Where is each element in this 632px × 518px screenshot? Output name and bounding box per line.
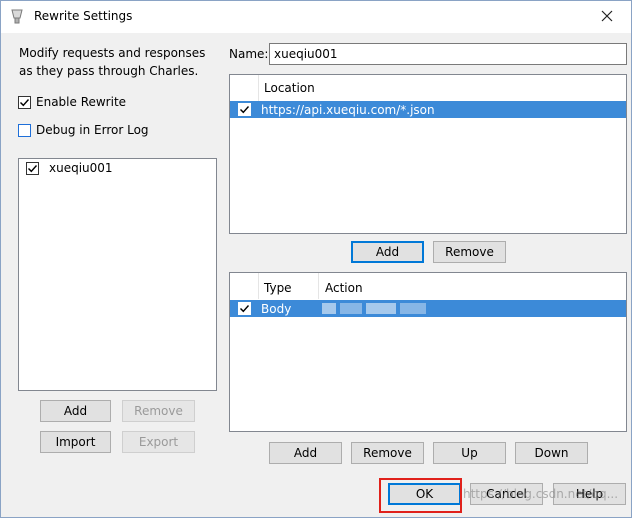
table-row[interactable]: https://api.xueqiu.com/*.json: [230, 101, 626, 118]
obscured-action: [400, 303, 426, 314]
up-button[interactable]: Up: [433, 442, 506, 464]
add-set-button[interactable]: Add: [40, 400, 111, 422]
debug-error-log-checkbox[interactable]: Debug in Error Log: [18, 123, 149, 137]
checkbox-unchecked-icon[interactable]: [18, 123, 31, 137]
obscured-action: [366, 303, 396, 314]
checkbox-checked-icon[interactable]: [18, 95, 31, 109]
table-row[interactable]: Body: [230, 300, 626, 317]
charles-app-icon: [11, 9, 23, 24]
add-location-button[interactable]: Add: [351, 241, 424, 263]
remove-location-button[interactable]: Remove: [433, 241, 506, 263]
location-value: https://api.xueqiu.com/*.json: [261, 102, 435, 117]
action-column-header[interactable]: Action: [325, 281, 363, 295]
remove-set-button[interactable]: Remove: [122, 400, 195, 422]
location-table[interactable]: Location https://api.xueqiu.com/*.json: [229, 74, 627, 234]
add-rule-button[interactable]: Add: [269, 442, 342, 464]
enable-rewrite-label: Enable Rewrite: [36, 95, 127, 109]
import-button[interactable]: Import: [40, 431, 111, 453]
name-label: Name:: [229, 47, 269, 61]
close-button[interactable]: [585, 1, 629, 31]
description: Modify requests and responses as they pa…: [19, 44, 219, 80]
obscured-action: [340, 303, 362, 314]
checkbox-checked-icon[interactable]: [26, 161, 39, 175]
down-button[interactable]: Down: [515, 442, 588, 464]
location-column-header[interactable]: Location: [264, 81, 315, 95]
checkbox-checked-icon[interactable]: [238, 302, 251, 315]
rewrite-set-name: xueqiu001: [49, 161, 113, 175]
checkbox-checked-icon[interactable]: [238, 103, 251, 116]
rules-table-header: Type Action: [230, 273, 626, 299]
description-line-2: as they pass through Charles.: [19, 64, 199, 78]
remove-rule-button[interactable]: Remove: [351, 442, 424, 464]
type-column-header[interactable]: Type: [264, 281, 292, 295]
export-button[interactable]: Export: [122, 431, 195, 453]
location-table-header: Location: [230, 75, 626, 101]
rules-table[interactable]: Type Action Body: [229, 272, 627, 432]
title-bar[interactable]: Rewrite Settings: [1, 1, 631, 33]
enable-rewrite-checkbox[interactable]: Enable Rewrite: [18, 95, 126, 109]
list-item[interactable]: xueqiu001: [26, 161, 113, 175]
ok-highlight-annotation: [379, 478, 462, 513]
close-icon: [601, 10, 613, 22]
rewrite-settings-window: Rewrite Settings Modify requests and res…: [0, 0, 632, 518]
debug-error-log-label: Debug in Error Log: [36, 123, 149, 137]
rewrite-sets-list[interactable]: xueqiu001: [18, 158, 217, 391]
obscured-action: [322, 303, 336, 314]
rule-type: Body: [261, 301, 292, 316]
name-field[interactable]: [269, 43, 627, 65]
window-title: Rewrite Settings: [34, 9, 133, 23]
watermark: https://blog.csdn.net/qq...: [463, 487, 619, 501]
description-line-1: Modify requests and responses: [19, 46, 206, 60]
